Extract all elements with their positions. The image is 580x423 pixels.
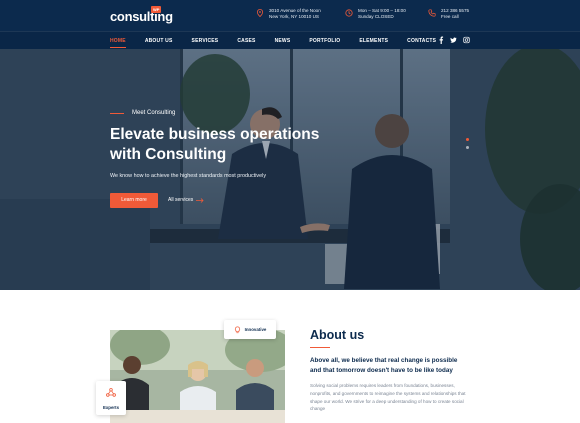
hours-info: Mon – Sat 9:00 – 18:00 Sunday CLOSED: [345, 8, 406, 21]
about-body: Solving social problems requires leaders…: [310, 383, 466, 412]
hero-title: Elevate business operations with Consult…: [110, 126, 320, 163]
all-services-label: All services: [168, 197, 194, 203]
arrow-right-icon: [196, 198, 204, 203]
slider-dots: [466, 138, 469, 154]
about-title: About us: [310, 328, 365, 342]
innovative-badge: Innovative: [224, 320, 276, 339]
map-pin-icon: [256, 9, 264, 17]
all-services-link[interactable]: All services: [168, 193, 204, 208]
nav-item-contacts[interactable]: CONTACTS: [407, 32, 436, 50]
hero-section: Meet Consulting Elevate business operati…: [0, 49, 580, 290]
eyebrow-line: [110, 112, 124, 114]
clock-icon: [345, 9, 353, 17]
slider-dot-2[interactable]: [466, 146, 469, 149]
nav-item-about-us[interactable]: ABOUT US: [145, 32, 173, 50]
network-icon: [106, 388, 116, 397]
brand-logo[interactable]: consulting: [110, 9, 173, 24]
experts-badge: Experts: [96, 381, 126, 415]
about-photo: [110, 330, 285, 423]
lightbulb-icon: [234, 326, 240, 333]
hero-subtitle: We know how to achieve the highest stand…: [110, 173, 267, 179]
brand-badge: WP: [151, 6, 162, 13]
nav-item-portfolio[interactable]: PORTFOLIO: [309, 32, 340, 50]
nav-item-services[interactable]: SERVICES: [192, 32, 219, 50]
phone-info: 212 386 5575 Free call: [428, 8, 469, 21]
phone-caption: Free call: [441, 14, 459, 20]
hours-line-2: Sunday CLOSED: [358, 14, 394, 20]
meeting-photo: [110, 330, 285, 423]
nav-item-elements[interactable]: ELEMENTS: [359, 32, 388, 50]
main-nav: HOME ABOUT US SERVICES CASES NEWS PORTFO…: [0, 31, 580, 49]
experts-label: Experts: [102, 405, 120, 410]
address-line-2: New York, NY 10010 US: [269, 14, 319, 20]
innovative-label: Innovative: [244, 327, 267, 332]
top-header: consulting WP 3010 Avenue of the Noon Ne…: [0, 0, 580, 31]
address-info: 3010 Avenue of the Noon New York, NY 100…: [256, 8, 321, 21]
hero-overlay: [0, 49, 580, 290]
phone-icon: [428, 9, 436, 17]
about-lead: Above all, we believe that real change i…: [310, 357, 458, 374]
learn-more-button[interactable]: Learn more: [110, 193, 158, 208]
about-title-rule: [310, 347, 330, 348]
social-links: [438, 36, 470, 44]
nav-menu: HOME ABOUT US SERVICES CASES NEWS PORTFO…: [110, 32, 455, 50]
nav-item-news[interactable]: NEWS: [275, 32, 291, 50]
instagram-icon[interactable]: [463, 36, 470, 44]
hero-eyebrow-text: Meet Consulting: [132, 110, 176, 116]
twitter-icon[interactable]: [450, 36, 457, 44]
hero-eyebrow: Meet Consulting: [110, 110, 175, 116]
nav-item-cases[interactable]: CASES: [237, 32, 255, 50]
slider-dot-1[interactable]: [466, 138, 469, 141]
nav-item-home[interactable]: HOME: [110, 32, 126, 50]
facebook-icon[interactable]: [438, 36, 444, 44]
